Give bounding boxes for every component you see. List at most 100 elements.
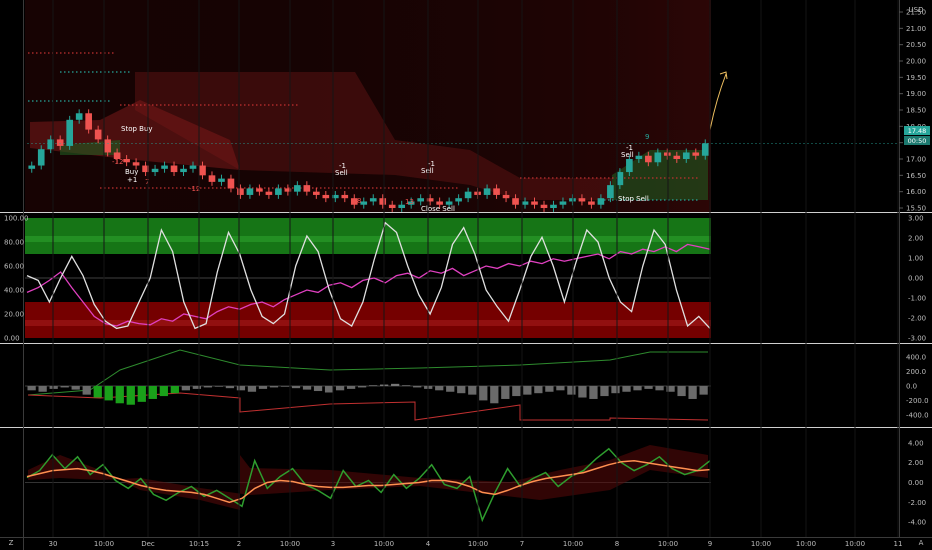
histogram-bar[interactable] xyxy=(435,386,444,391)
candle-body[interactable] xyxy=(189,165,197,169)
histogram-bar[interactable] xyxy=(258,386,268,389)
histogram-bar[interactable] xyxy=(126,386,135,405)
candle-body[interactable] xyxy=(294,185,301,192)
candle-body[interactable] xyxy=(682,152,690,159)
candle-body[interactable] xyxy=(85,113,92,130)
histogram-bar[interactable] xyxy=(71,386,80,390)
candle-body[interactable] xyxy=(455,198,462,202)
histogram-bar[interactable] xyxy=(523,386,532,395)
candle-body[interactable] xyxy=(559,201,567,205)
histogram-bar[interactable] xyxy=(468,386,477,395)
histogram-bar[interactable] xyxy=(137,386,146,402)
candle-body[interactable] xyxy=(597,198,605,205)
candle-body[interactable] xyxy=(673,155,681,159)
histogram-bar[interactable] xyxy=(490,386,499,404)
candle-body[interactable] xyxy=(550,204,557,208)
histogram-bar[interactable] xyxy=(291,386,301,389)
candle-body[interactable] xyxy=(170,165,178,173)
candle-body[interactable] xyxy=(199,165,206,176)
histogram-bar[interactable] xyxy=(479,386,488,401)
candle-body[interactable] xyxy=(645,155,652,163)
candle-body[interactable] xyxy=(569,198,576,202)
candle-body[interactable] xyxy=(94,129,102,140)
candle-body[interactable] xyxy=(379,198,387,205)
candle-body[interactable] xyxy=(626,159,633,173)
candle-body[interactable] xyxy=(123,159,130,163)
histogram-bar[interactable] xyxy=(556,386,565,391)
candle-body[interactable] xyxy=(208,175,216,182)
histogram-bar[interactable] xyxy=(225,386,235,389)
candle-body[interactable] xyxy=(701,143,709,156)
candle-body[interactable] xyxy=(322,194,330,199)
candle-body[interactable] xyxy=(218,178,225,182)
candle-body[interactable] xyxy=(227,178,235,189)
histogram-bar[interactable] xyxy=(170,386,179,394)
candle-body[interactable] xyxy=(417,198,424,202)
histogram-bar[interactable] xyxy=(457,386,466,394)
histogram-bar[interactable] xyxy=(335,386,345,391)
candle-body[interactable] xyxy=(37,149,45,166)
histogram-bar[interactable] xyxy=(688,386,697,399)
candle-body[interactable] xyxy=(588,201,595,205)
histogram-bar[interactable] xyxy=(346,386,356,389)
candle-body[interactable] xyxy=(616,172,624,186)
candle-body[interactable] xyxy=(540,204,548,208)
histogram-bar[interactable] xyxy=(93,386,102,398)
candle-body[interactable] xyxy=(180,168,187,173)
candle-body[interactable] xyxy=(388,204,396,208)
histogram-bar[interactable] xyxy=(324,386,334,393)
histogram-bar[interactable] xyxy=(280,386,290,387)
candle-body[interactable] xyxy=(265,191,273,195)
candle-body[interactable] xyxy=(151,168,159,173)
candle-body[interactable] xyxy=(104,139,111,153)
histogram-bar[interactable] xyxy=(545,386,554,392)
histogram-bar[interactable] xyxy=(622,386,631,392)
candle-body[interactable] xyxy=(246,188,254,195)
histogram-bar[interactable] xyxy=(512,386,521,397)
histogram-bar[interactable] xyxy=(148,386,157,399)
histogram-bar[interactable] xyxy=(644,386,653,389)
candle-body[interactable] xyxy=(313,191,320,195)
candle-body[interactable] xyxy=(654,152,662,163)
histogram-bar[interactable] xyxy=(214,386,224,387)
histogram-bar[interactable] xyxy=(115,386,124,404)
sidebar-glyph-icon[interactable]: Z xyxy=(9,539,14,547)
candle-body[interactable] xyxy=(483,188,491,195)
histogram-bar[interactable] xyxy=(159,386,168,397)
histogram-bar[interactable] xyxy=(104,386,113,401)
histogram-bar[interactable] xyxy=(677,386,686,397)
candle-body[interactable] xyxy=(161,165,168,169)
histogram-bar[interactable] xyxy=(633,386,642,391)
histogram-bar[interactable] xyxy=(203,386,213,388)
histogram-bar[interactable] xyxy=(501,386,510,399)
histogram-bar[interactable] xyxy=(82,386,91,395)
candle-body[interactable] xyxy=(237,188,244,195)
histogram-bar[interactable] xyxy=(313,386,323,392)
histogram-bar[interactable] xyxy=(236,386,246,391)
histogram-bar[interactable] xyxy=(49,386,58,389)
histogram-bar[interactable] xyxy=(38,386,47,392)
histogram-bar[interactable] xyxy=(611,386,620,394)
candle-body[interactable] xyxy=(521,201,529,205)
histogram-bar[interactable] xyxy=(578,386,587,398)
histogram-bar[interactable] xyxy=(357,386,367,388)
candle-body[interactable] xyxy=(692,152,700,156)
histogram-bar[interactable] xyxy=(446,386,455,392)
candle-body[interactable] xyxy=(132,162,140,166)
histogram-bar[interactable] xyxy=(534,386,543,394)
candle-body[interactable] xyxy=(663,152,671,156)
candle-body[interactable] xyxy=(607,185,614,199)
chart-stage[interactable]: Stop BuyBuy+1-1Sell-1SellClose Sell-1Sel… xyxy=(0,0,932,550)
histogram-bar[interactable] xyxy=(391,383,400,386)
histogram-bar[interactable] xyxy=(302,386,312,390)
histogram-bar[interactable] xyxy=(413,386,422,388)
histogram-bar[interactable] xyxy=(655,386,664,391)
candle-body[interactable] xyxy=(56,139,64,146)
candle-body[interactable] xyxy=(28,165,36,169)
candle-body[interactable] xyxy=(578,198,586,202)
histogram-bar[interactable] xyxy=(567,386,576,395)
histogram-bar[interactable] xyxy=(27,386,36,391)
candle-body[interactable] xyxy=(303,185,311,192)
auto-scale-icon[interactable]: A xyxy=(919,539,924,547)
candle-body[interactable] xyxy=(275,188,282,195)
